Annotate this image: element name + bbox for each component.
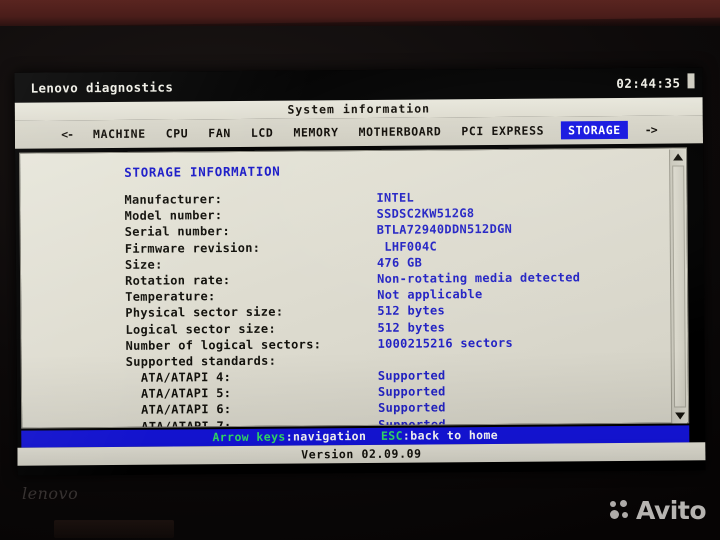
info-row-value: Non-rotating media detected <box>377 270 581 286</box>
info-row-value: 512 bytes <box>377 319 446 335</box>
info-row-label: Manufacturer: <box>124 192 223 207</box>
esc-key-label: ESC <box>380 428 403 443</box>
avito-wordmark: Avito <box>636 496 706 525</box>
info-row-label: ATA/ATAPI 4: <box>125 370 232 385</box>
tab-storage[interactable]: STORAGE <box>561 120 628 140</box>
tab-lcd[interactable]: LCD <box>248 124 277 142</box>
info-row-label: ATA/ATAPI 5: <box>125 386 232 402</box>
tab-prev-arrow-icon[interactable]: <- <box>58 125 76 143</box>
panel-scrollbar[interactable] <box>669 149 688 424</box>
info-row-label: Size: <box>124 257 163 272</box>
lenovo-brand-logo: lenovo <box>22 484 79 503</box>
scroll-down-arrow-icon[interactable] <box>675 412 686 420</box>
clock: 02:44:35 <box>616 75 681 91</box>
info-row-value: BTLA72940DDN512DGN <box>376 222 513 238</box>
info-row-label: ATA/ATAPI 7: <box>126 418 232 428</box>
info-row-value: Supported <box>377 384 446 400</box>
info-row-value: 476 GB <box>376 255 423 270</box>
app-title: Lenovo diagnostics <box>30 79 174 96</box>
tab-next-arrow-icon[interactable]: -> <box>642 121 660 139</box>
info-row-value: 1000215216 sectors <box>377 335 514 351</box>
info-row-label: Temperature: <box>125 289 216 304</box>
tab-pci-express[interactable]: PCI EXPRESS <box>458 122 547 141</box>
tab-motherboard[interactable]: MOTHERBOARD <box>356 122 445 141</box>
arrow-keys-label: Arrow keys <box>212 429 286 445</box>
avito-watermark: Avito <box>610 498 706 523</box>
info-row-label: Number of logical sectors: <box>125 336 322 353</box>
arrow-keys-action: :navigation <box>285 428 367 444</box>
info-row-label: Logical sector size: <box>125 321 276 337</box>
info-row-value: INTEL <box>376 190 415 205</box>
scrollbar-thumb[interactable] <box>672 165 687 408</box>
info-row-label: Physical sector size: <box>125 304 284 321</box>
keyboard-shadow <box>54 520 174 538</box>
info-row-label: Firmware revision: <box>124 240 261 256</box>
info-row-label: Model number: <box>124 208 223 224</box>
info-row-label: ATA/ATAPI 6: <box>126 402 232 418</box>
info-row-value: Not applicable <box>377 287 483 302</box>
panel-content: STORAGE INFORMATION Manufacturer: INTEL Mo… <box>20 149 670 428</box>
laptop-photo: Lenovo diagnostics 02:44:35 System infor… <box>0 0 720 540</box>
info-row-value: Supported <box>378 416 446 428</box>
tab-memory[interactable]: MEMORY <box>290 123 341 141</box>
lcd-screen: Lenovo diagnostics 02:44:35 System infor… <box>14 67 706 476</box>
esc-key-action: :back to home <box>402 427 499 443</box>
tab-cpu[interactable]: CPU <box>163 124 192 142</box>
tab-bar[interactable]: <- MACHINE CPU FAN LCD MEMORY MOTHERBOAR… <box>14 115 704 149</box>
storage-info-list: Manufacturer: INTEL Model number: SSDSC2KW5… <box>124 189 646 428</box>
scroll-up-arrow-icon[interactable] <box>673 153 684 161</box>
info-row-label: Rotation rate: <box>125 272 231 288</box>
info-row-value: SSDSC2KW512G8 <box>376 206 475 222</box>
info-row-value: Supported <box>377 368 446 383</box>
avito-dots-icon <box>610 499 632 522</box>
info-row-label: Supported standards: <box>125 353 277 369</box>
info-row-value: Supported <box>378 400 446 416</box>
text-cursor <box>687 73 695 89</box>
tab-machine[interactable]: MACHINE <box>90 125 149 143</box>
section-title: STORAGE INFORMATION <box>124 163 281 180</box>
storage-information-panel: STORAGE INFORMATION Manufacturer: INTEL Mo… <box>19 147 690 429</box>
info-row-label: Serial number: <box>124 224 231 240</box>
tab-fan[interactable]: FAN <box>205 124 234 142</box>
info-row-value: 512 bytes <box>377 303 446 319</box>
info-row-value: LHF004C <box>376 238 438 254</box>
